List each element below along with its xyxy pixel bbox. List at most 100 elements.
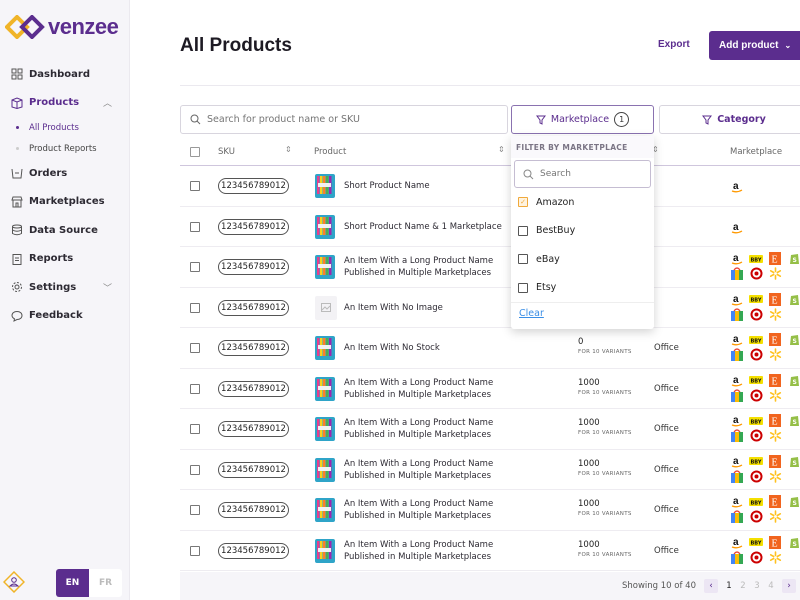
bestbuy-icon: BBY xyxy=(749,414,763,427)
export-button[interactable]: Export xyxy=(658,39,690,50)
table-row[interactable]: 123456789012 An Item With No Stock 0 FOR 10… xyxy=(180,328,800,369)
table-row[interactable]: 123456789012 An Item With a Long Product … xyxy=(180,531,800,571)
marketplace-icons: a BBY E S xyxy=(730,292,800,321)
column-header-product[interactable]: Product xyxy=(314,147,346,157)
svg-text:E: E xyxy=(772,538,778,549)
marketplace-option-etsy[interactable]: Etsy xyxy=(511,274,654,303)
table-row[interactable]: 123456789012 An Item With a Long Product … xyxy=(180,369,800,409)
sort-icon[interactable]: ⇕ xyxy=(498,145,505,154)
product-name[interactable]: An Item With a Long Product Name Publish… xyxy=(344,458,514,482)
product-name[interactable]: An Item With a Long Product Name Publish… xyxy=(344,377,514,401)
page-4-button[interactable]: 4 xyxy=(764,581,778,591)
svg-text:a: a xyxy=(733,375,739,386)
select-all-checkbox[interactable] xyxy=(190,147,200,157)
product-name[interactable]: An Item With a Long Product Name Publish… xyxy=(344,417,514,441)
row-checkbox[interactable] xyxy=(190,464,200,475)
dropdown-search-field[interactable] xyxy=(514,160,651,188)
marketplace-filter-button[interactable]: Marketplace 1 xyxy=(511,105,654,134)
table-row[interactable]: 123456789012 An Item With a Long Product … xyxy=(180,247,800,288)
search-icon xyxy=(523,169,534,179)
row-checkbox[interactable] xyxy=(190,383,200,394)
sidebar-item-settings[interactable]: Settings ﹀ xyxy=(0,273,130,302)
table-row[interactable]: 123456789012 An Item With a Long Product … xyxy=(180,409,800,450)
column-header-marketplace[interactable]: Marketplace xyxy=(730,147,782,157)
row-checkbox[interactable] xyxy=(190,545,200,556)
row-checkbox[interactable] xyxy=(190,343,200,353)
row-checkbox[interactable] xyxy=(190,181,200,191)
table-row[interactable]: 123456789012 An Item With a Long Product … xyxy=(180,490,800,531)
chevron-up-icon[interactable]: ︿ xyxy=(103,96,112,109)
product-name[interactable]: An Item With a Long Product Name Publish… xyxy=(344,498,514,522)
svg-text:BBY: BBY xyxy=(751,298,762,304)
sidebar-item-feedback[interactable]: Feedback xyxy=(0,302,130,331)
language-fr-button[interactable]: FR xyxy=(89,569,122,597)
add-product-button[interactable]: Add product ⌄ xyxy=(709,31,800,60)
language-en-button[interactable]: EN xyxy=(56,569,89,597)
sidebar-item-label: Dashboard xyxy=(29,68,90,80)
google-shopping-icon xyxy=(730,469,744,483)
checkbox-checked[interactable]: ✓ xyxy=(518,197,528,208)
search-input[interactable] xyxy=(207,114,487,125)
svg-text:E: E xyxy=(772,255,778,266)
sidebar-item-products[interactable]: Products ︿ xyxy=(0,89,130,118)
row-checkbox[interactable] xyxy=(190,505,200,515)
clear-filter-link[interactable]: Clear xyxy=(511,302,654,324)
table-row[interactable]: 123456789012 Short Product Name & 1 Marke… xyxy=(180,207,800,247)
user-profile-icon[interactable] xyxy=(3,571,25,593)
sidebar-subitem-product-reports[interactable]: Product Reports xyxy=(0,138,130,159)
amazon-icon: a xyxy=(730,252,744,265)
next-page-button[interactable]: › xyxy=(782,579,796,593)
product-search-field[interactable] xyxy=(180,105,508,134)
row-checkbox[interactable] xyxy=(190,302,200,313)
column-header-sku[interactable]: SKU xyxy=(218,147,235,157)
sort-icon[interactable]: ⇕ xyxy=(285,145,292,154)
page-2-button[interactable]: 2 xyxy=(736,581,750,591)
page-1-button[interactable]: 1 xyxy=(722,581,736,591)
logo-mark-icon xyxy=(5,15,45,39)
product-name[interactable]: An Item With No Stock xyxy=(344,342,514,354)
table-row[interactable]: 123456789012 An Item With No Image a BBY E S xyxy=(180,288,800,328)
venzee-logo[interactable]: venzee xyxy=(5,14,119,40)
checkbox[interactable] xyxy=(518,254,528,265)
product-name[interactable]: An Item With a Long Product Name Publish… xyxy=(344,539,514,563)
stock-value: 1000 xyxy=(578,377,600,388)
svg-text:E: E xyxy=(772,498,778,509)
bestbuy-icon: BBY xyxy=(749,536,763,549)
category-filter-button[interactable]: Category xyxy=(659,105,800,134)
shopify-icon: S xyxy=(787,252,800,265)
checkbox[interactable] xyxy=(518,225,528,236)
row-checkbox[interactable] xyxy=(190,221,200,232)
row-checkbox[interactable] xyxy=(190,424,200,434)
marketplace-option-bestbuy[interactable]: BestBuy xyxy=(511,217,654,246)
sku-pill: 123456789012 xyxy=(218,218,289,235)
dropdown-search-input[interactable] xyxy=(540,169,640,179)
svg-text:E: E xyxy=(772,336,778,347)
table-row[interactable]: 123456789012 Short Product Name a xyxy=(180,166,800,207)
sidebar-item-reports[interactable]: Reports xyxy=(0,245,130,274)
sidebar-item-marketplaces[interactable]: Marketplaces xyxy=(0,188,130,217)
sidebar-item-data-source[interactable]: Data Source xyxy=(0,216,130,245)
sidebar-item-orders[interactable]: Orders xyxy=(0,159,130,188)
checkbox[interactable] xyxy=(518,282,528,293)
sidebar-nav: Dashboard Products ︿ All Products Produc… xyxy=(0,60,130,330)
amazon-icon: a xyxy=(730,374,744,387)
bestbuy-icon: BBY xyxy=(749,495,763,508)
product-name[interactable]: Short Product Name & 1 Marketplace xyxy=(344,221,514,233)
shopify-icon: S xyxy=(787,414,800,427)
marketplace-option-ebay[interactable]: eBay xyxy=(511,245,654,274)
stock-value: 1000 xyxy=(578,499,600,509)
chevron-down-icon[interactable]: ﹀ xyxy=(103,281,112,294)
product-name[interactable]: An Item With No Image xyxy=(344,302,514,314)
sidebar-subitem-all-products[interactable]: All Products xyxy=(0,117,130,138)
previous-page-button[interactable]: ‹ xyxy=(704,579,718,593)
page-3-button[interactable]: 3 xyxy=(750,581,764,591)
marketplace-icons: a BBY E S xyxy=(730,252,800,280)
sidebar-item-dashboard[interactable]: Dashboard xyxy=(0,60,130,89)
table-row[interactable]: 123456789012 An Item With a Long Product … xyxy=(180,450,800,490)
marketplace-option-amazon[interactable]: ✓ Amazon xyxy=(511,188,654,217)
etsy-icon: E xyxy=(768,535,782,549)
product-name[interactable]: Short Product Name xyxy=(344,180,514,192)
row-checkbox[interactable] xyxy=(190,262,200,272)
product-name[interactable]: An Item With a Long Product Name Publish… xyxy=(344,255,514,279)
marketplace-icons: a BBY E S xyxy=(730,454,800,483)
